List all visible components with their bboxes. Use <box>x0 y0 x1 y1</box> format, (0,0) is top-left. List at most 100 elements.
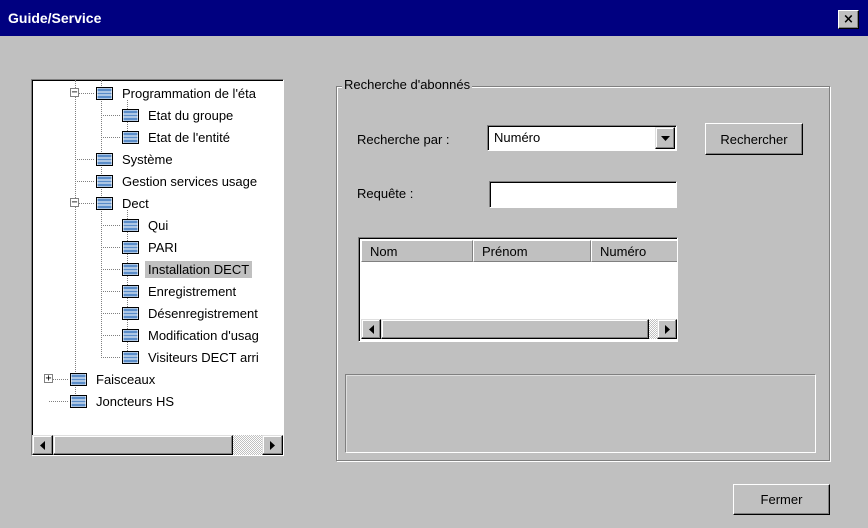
scroll-thumb[interactable] <box>283 250 284 413</box>
results-list[interactable]: Nom Prénom Numéro <box>358 237 678 342</box>
service-node-icon <box>96 86 113 100</box>
scroll-left-button[interactable] <box>361 319 381 339</box>
tree-item[interactable]: PARI <box>122 236 180 258</box>
service-node-icon <box>96 152 113 166</box>
tree-item[interactable]: Enregistrement <box>122 280 239 302</box>
tree-item-label: Faisceaux <box>96 371 156 387</box>
expand-icon[interactable]: + <box>44 374 53 384</box>
service-node-icon <box>122 328 139 342</box>
tree-connector-line <box>101 335 120 336</box>
service-node-icon <box>70 372 87 386</box>
column-header-prenom[interactable]: Prénom <box>473 240 591 262</box>
service-node-icon <box>122 284 139 298</box>
tree-item[interactable]: Etat de l'entité <box>122 126 233 148</box>
arrow-left-icon <box>368 324 374 334</box>
tree-item-label: Gestion services usage <box>122 173 258 189</box>
dropdown-button[interactable] <box>655 127 675 149</box>
close-window-button[interactable]: × <box>838 10 859 29</box>
service-node-icon <box>122 130 139 144</box>
query-label: Requête : <box>357 186 414 201</box>
window-title: Guide/Service <box>8 10 102 26</box>
tree-connector-line <box>49 401 68 402</box>
service-node-icon <box>96 174 113 188</box>
tree-item-label: Qui <box>148 217 169 233</box>
tree-item[interactable]: Faisceaux <box>70 368 158 390</box>
service-tree[interactable]: − Programmation de l'éta Etat du groupe Eta… <box>31 79 284 456</box>
tree-item[interactable]: Désenregistrement <box>122 302 261 324</box>
column-header-label: Prénom <box>482 243 528 259</box>
tree-item-label: Visiteurs DECT arri <box>148 349 259 365</box>
tree-item[interactable]: Qui <box>122 214 171 236</box>
tree-item[interactable]: Programmation de l'éta <box>96 82 259 104</box>
tree-vertical-scrollbar[interactable] <box>283 80 284 435</box>
search-group-title: Recherche d'abonnés <box>342 77 473 92</box>
scroll-thumb-horizontal[interactable] <box>53 435 233 455</box>
tree-item[interactable]: Joncteurs HS <box>70 390 177 412</box>
tree-item[interactable]: Gestion services usage <box>96 170 260 192</box>
service-node-icon <box>122 306 139 320</box>
scrollbar-corner <box>283 435 284 455</box>
tree-item[interactable]: Dect <box>96 192 152 214</box>
collapse-icon[interactable]: − <box>70 198 79 208</box>
tree-item-label: Dect <box>122 195 149 211</box>
tree-item-label: Etat du groupe <box>148 107 234 123</box>
collapse-icon[interactable]: − <box>70 88 79 98</box>
scroll-thumb-horizontal[interactable] <box>381 319 649 339</box>
scroll-up-button[interactable] <box>283 80 284 101</box>
tree-item-label: Enregistrement <box>148 283 237 299</box>
scroll-right-button[interactable] <box>657 319 677 339</box>
tree-horizontal-scrollbar[interactable] <box>32 435 283 455</box>
detail-panel <box>345 374 816 453</box>
service-node-icon <box>70 394 87 408</box>
tree-connector-line <box>101 313 120 314</box>
scroll-left-button[interactable] <box>32 435 53 455</box>
search-button[interactable]: Rechercher <box>705 123 803 155</box>
tree-item-label: Modification d'usag <box>148 327 259 343</box>
search-button-label: Rechercher <box>720 131 788 147</box>
scroll-right-button[interactable] <box>262 435 283 455</box>
title-bar: Guide/Service × <box>0 0 868 36</box>
column-header-label: Numéro <box>600 243 647 259</box>
chevron-down-icon <box>660 135 670 141</box>
tree-item-label: Système <box>122 151 173 167</box>
tree-item[interactable]: Système <box>96 148 176 170</box>
tree-item[interactable]: Modification d'usag <box>122 324 262 346</box>
scroll-down-button[interactable] <box>283 414 284 435</box>
service-node-icon <box>122 262 139 276</box>
close-icon: × <box>843 12 854 27</box>
tree-item[interactable]: Installation DECT <box>122 258 253 280</box>
service-node-icon <box>122 350 139 364</box>
arrow-right-icon <box>270 440 275 450</box>
tree-item-label: PARI <box>148 239 178 255</box>
search-by-value: Numéro <box>494 130 541 145</box>
tree-item[interactable]: Visiteurs DECT arri <box>122 346 262 368</box>
results-horizontal-scrollbar[interactable] <box>361 319 677 339</box>
column-header-nom[interactable]: Nom <box>361 240 473 262</box>
tree-item-label: Programmation de l'éta <box>122 85 256 101</box>
service-node-icon <box>96 196 113 210</box>
tree-connector-line <box>101 137 120 138</box>
search-by-select[interactable]: Numéro <box>487 125 677 151</box>
column-header-label: Nom <box>370 243 398 259</box>
column-header-numero[interactable]: Numéro <box>591 240 677 262</box>
tree-connector-line <box>101 357 120 358</box>
arrow-left-icon <box>40 440 45 450</box>
tree-item-label: Joncteurs HS <box>96 393 175 409</box>
service-node-icon <box>122 240 139 254</box>
close-button[interactable]: Fermer <box>733 484 830 515</box>
tree-item[interactable]: Etat du groupe <box>122 104 236 126</box>
tree-connector-line <box>101 115 120 116</box>
tree-item-label: Installation DECT <box>145 260 253 278</box>
tree-item-label: Etat de l'entité <box>148 129 230 145</box>
arrow-right-icon <box>664 324 670 334</box>
tree-connector-line <box>101 247 120 248</box>
tree-item-label: Désenregistrement <box>148 305 258 321</box>
query-input[interactable] <box>489 181 677 208</box>
service-node-icon <box>122 108 139 122</box>
search-by-label: Recherche par : <box>357 132 450 147</box>
tree-content: − Programmation de l'éta Etat du groupe Eta… <box>32 80 283 435</box>
close-button-label: Fermer <box>760 492 803 507</box>
tree-connector-line <box>75 80 76 402</box>
tree-connector-line <box>101 291 120 292</box>
tree-connector-line <box>101 225 120 226</box>
